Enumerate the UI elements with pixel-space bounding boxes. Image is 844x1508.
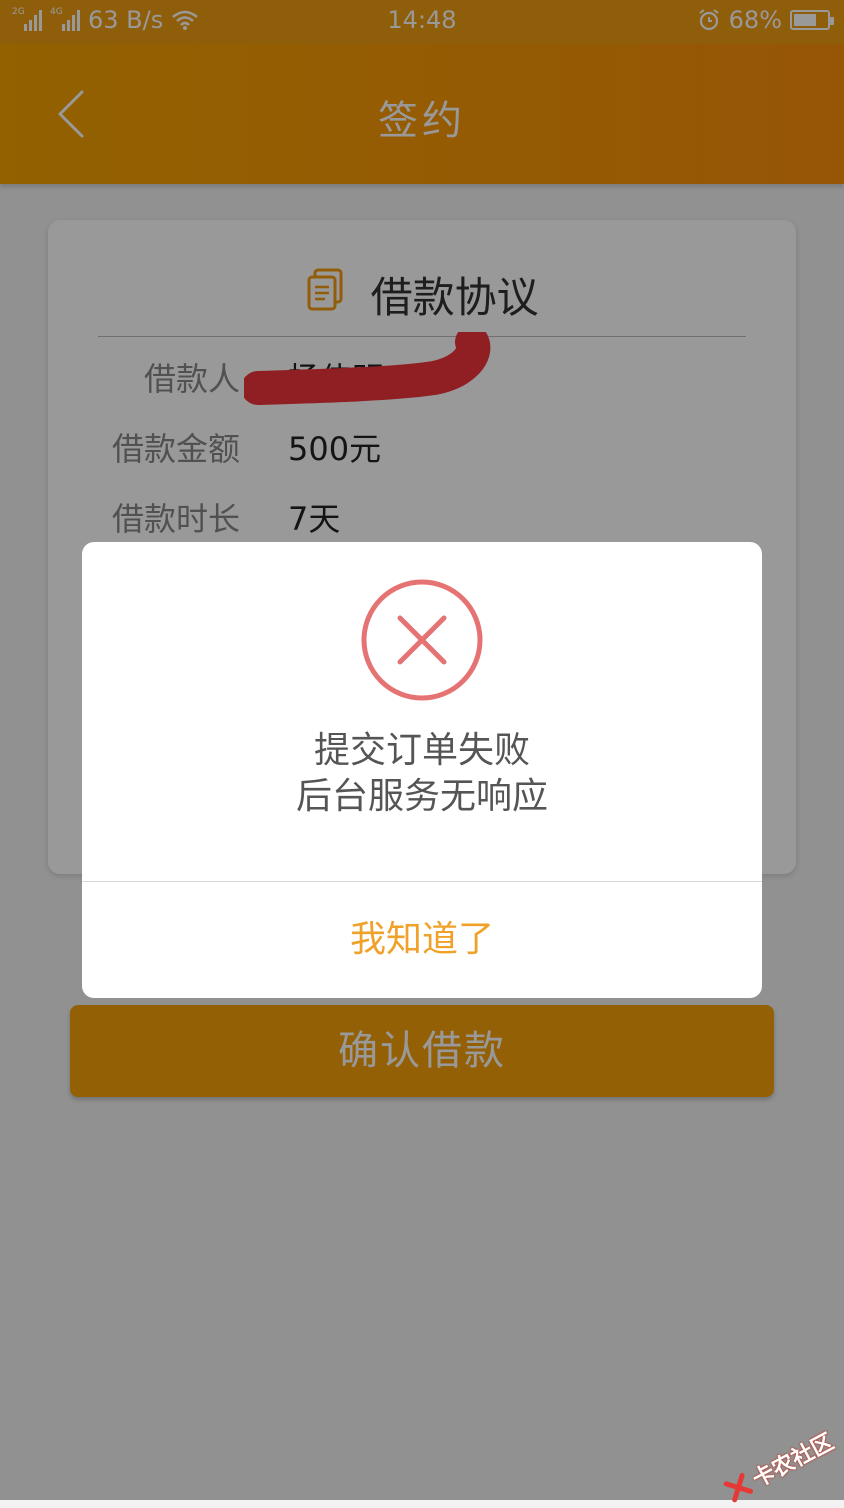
error-message: 提交订单失败 后台服务无响应 xyxy=(82,728,762,820)
acknowledge-button[interactable]: 我知道了 xyxy=(82,882,762,998)
error-dialog: 提交订单失败 后台服务无响应 我知道了 xyxy=(82,542,762,998)
error-message-line2: 后台服务无响应 xyxy=(295,776,548,817)
error-x-icon xyxy=(358,576,486,708)
error-message-line1: 提交订单失败 xyxy=(313,730,530,771)
